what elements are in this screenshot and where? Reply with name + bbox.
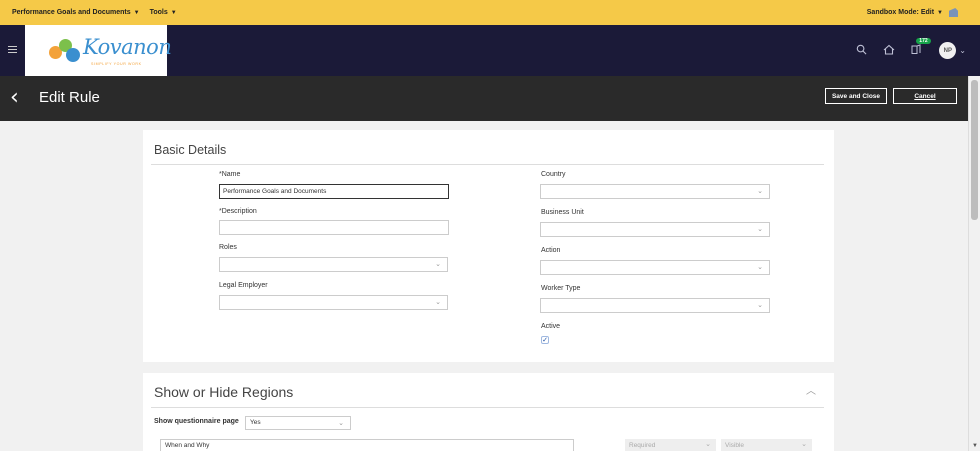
sandbox-mode-menu[interactable]: Sandbox Mode: Edit ▼: [867, 0, 958, 25]
action-label: Action: [541, 247, 561, 254]
business-unit-label: Business Unit: [541, 209, 584, 216]
hamburger-menu-icon[interactable]: [8, 46, 17, 53]
notification-count-badge: 172: [916, 37, 931, 44]
performance-goals-menu-label: Performance Goals and Documents: [12, 9, 131, 16]
chevron-down-icon: ⌄: [435, 299, 441, 306]
questionnaire-select-value: Yes: [250, 419, 261, 426]
active-checkbox[interactable]: ✓: [541, 336, 549, 344]
action-select[interactable]: ⌄: [540, 260, 770, 275]
chevron-down-icon: ⌄: [757, 226, 763, 233]
tools-menu-label: Tools: [149, 9, 168, 16]
header-icons: 172 NP ⌄: [840, 25, 966, 76]
name-label: *Name: [219, 171, 240, 178]
chevron-down-icon: ⌄: [801, 441, 807, 448]
roles-select[interactable]: ⌄: [219, 257, 448, 272]
section-title: Basic Details: [154, 143, 227, 157]
page-title: Edit Rule: [39, 89, 100, 106]
description-label-text: Description: [221, 208, 257, 215]
caret-down-icon: ▼: [133, 9, 140, 16]
required-select-value: Required: [629, 442, 656, 449]
chevron-down-icon: ⌄: [435, 261, 441, 268]
roles-label: Roles: [219, 244, 237, 251]
global-header: Kovanon SIMPLIFY YOUR WORK 172 NP ⌄: [0, 25, 980, 76]
legal-employer-label: Legal Employer: [219, 282, 268, 289]
page-scrollbar[interactable]: ▼: [968, 76, 980, 451]
tools-menu[interactable]: Tools ▼: [150, 9, 177, 16]
questionnaire-select[interactable]: Yes ⌄: [245, 416, 351, 430]
save-and-close-button[interactable]: Save and Close: [825, 88, 887, 104]
logo-wordmark: Kovanon: [83, 35, 172, 59]
worker-type-label: Worker Type: [541, 285, 581, 292]
name-label-text: Name: [221, 171, 241, 178]
required-select[interactable]: Required ⌄: [625, 439, 716, 451]
logo-tagline: SIMPLIFY YOUR WORK: [91, 62, 142, 66]
sandbox-bar: Performance Goals and Documents ▼ Tools …: [0, 0, 980, 25]
visible-select-value: Visible: [725, 442, 745, 449]
chevron-down-icon: ⌄: [757, 188, 763, 195]
back-chevron-icon[interactable]: ‹: [10, 85, 19, 110]
page-header: ‹ Edit Rule Save and Close Cancel: [0, 76, 968, 121]
cancel-button[interactable]: Cancel: [893, 88, 957, 104]
collapse-chevron-up-icon[interactable]: ︿: [806, 382, 816, 397]
chevron-down-icon: ⌄: [757, 264, 763, 271]
region-row-label: When and Why: [160, 439, 574, 451]
business-unit-select[interactable]: ⌄: [540, 222, 770, 237]
caret-down-icon: ▼: [937, 9, 943, 16]
description-input[interactable]: [219, 220, 449, 235]
questionnaire-label: Show questionnaire page: [154, 418, 239, 425]
worker-type-select[interactable]: ⌄: [540, 298, 770, 313]
section-divider: [151, 164, 824, 165]
country-label: Country: [541, 171, 566, 178]
logo-circles-icon: [49, 37, 83, 65]
show-hide-regions-section: Show or Hide Regions ︿ Show questionnair…: [143, 373, 834, 451]
company-logo[interactable]: Kovanon SIMPLIFY YOUR WORK: [25, 25, 172, 76]
name-input[interactable]: [219, 184, 449, 199]
chevron-down-icon: ⌄: [757, 302, 763, 309]
visible-select[interactable]: Visible ⌄: [721, 439, 812, 451]
checkmark-icon: ✓: [542, 337, 548, 344]
sandbox-flag-icon[interactable]: [949, 8, 958, 17]
chevron-down-icon: ⌄: [338, 420, 344, 427]
description-label: *Description: [219, 208, 257, 215]
sandbox-mode-label: Sandbox Mode: Edit: [866, 9, 935, 16]
legal-employer-select[interactable]: ⌄: [219, 295, 448, 310]
scrollbar-thumb[interactable]: [971, 80, 978, 220]
active-label: Active: [541, 323, 561, 330]
section-title: Show or Hide Regions: [154, 384, 294, 400]
caret-down-icon: ▼: [170, 9, 177, 16]
search-icon[interactable]: [856, 44, 867, 58]
chevron-down-icon[interactable]: ⌄: [959, 46, 966, 55]
scroll-down-arrow-icon[interactable]: ▼: [972, 443, 978, 449]
country-select[interactable]: ⌄: [540, 184, 770, 199]
avatar[interactable]: NP: [939, 42, 957, 59]
home-icon[interactable]: [883, 44, 895, 58]
notifications-icon[interactable]: 172: [911, 37, 931, 58]
chevron-down-icon: ⌄: [705, 441, 711, 448]
basic-details-section: Basic Details *Name *Description Roles ⌄…: [143, 130, 834, 362]
performance-goals-menu[interactable]: Performance Goals and Documents ▼: [12, 9, 140, 16]
section-divider: [151, 407, 824, 408]
